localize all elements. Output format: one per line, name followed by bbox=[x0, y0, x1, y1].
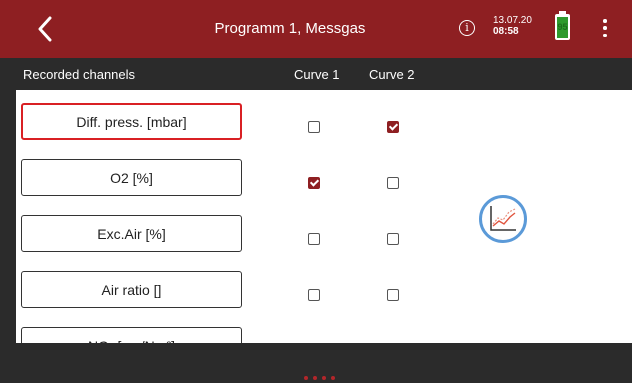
curve1-checkbox[interactable] bbox=[308, 177, 320, 189]
channel-row: Diff. press. [mbar] bbox=[16, 90, 632, 146]
page-dot bbox=[304, 376, 308, 380]
date-text: 13.07.20 bbox=[493, 15, 532, 26]
channel-row: Air ratio [] bbox=[16, 258, 632, 314]
channel-button[interactable]: Diff. press. [mbar] bbox=[21, 103, 242, 140]
line-chart-icon bbox=[490, 206, 516, 231]
date-time: 13.07.20 08:58 bbox=[493, 15, 532, 38]
page-title: Programm 1, Messgas bbox=[214, 20, 366, 37]
curve1-checkbox[interactable] bbox=[308, 233, 320, 245]
battery-icon: 95 bbox=[555, 11, 570, 40]
page-dot bbox=[313, 376, 317, 380]
page-dot bbox=[331, 376, 335, 380]
curve2-checkbox[interactable] bbox=[387, 289, 399, 301]
header-recorded-channels: Recorded channels bbox=[23, 67, 136, 82]
kebab-menu-icon[interactable] bbox=[598, 14, 612, 42]
channel-button[interactable]: O2 [%] bbox=[21, 159, 242, 196]
battery-percent: 95 bbox=[557, 22, 568, 32]
back-button[interactable] bbox=[30, 9, 60, 49]
channel-row: O2 [%] bbox=[16, 146, 632, 202]
chevron-left-icon bbox=[38, 16, 52, 42]
channel-button[interactable]: Air ratio [] bbox=[21, 271, 242, 308]
header-curve-1: Curve 1 bbox=[294, 67, 340, 82]
channel-list-panel[interactable]: Diff. press. [mbar] O2 [%] Exc.Air [%] A… bbox=[16, 90, 632, 343]
curve1-checkbox[interactable] bbox=[308, 289, 320, 301]
info-icon[interactable]: i bbox=[459, 20, 475, 36]
top-bar: Programm 1, Messgas i 13.07.20 08:58 95 bbox=[0, 0, 632, 58]
header-curve-2: Curve 2 bbox=[369, 67, 415, 82]
curve2-checkbox[interactable] bbox=[387, 177, 399, 189]
page-indicator bbox=[304, 376, 344, 382]
channel-row: Exc.Air [%] bbox=[16, 202, 632, 258]
channel-button[interactable]: Exc.Air [%] bbox=[21, 215, 242, 252]
curve2-checkbox[interactable] bbox=[387, 233, 399, 245]
curve2-checkbox[interactable] bbox=[387, 121, 399, 133]
page-dot bbox=[322, 376, 326, 380]
time-text: 08:58 bbox=[493, 26, 519, 37]
channel-row: NOₓ [mg/Nm³] bbox=[16, 314, 632, 343]
column-headers: Recorded channels Curve 1 Curve 2 bbox=[0, 58, 632, 90]
curve1-checkbox[interactable] bbox=[308, 121, 320, 133]
show-graph-button[interactable] bbox=[479, 195, 527, 243]
channel-button[interactable]: NOₓ [mg/Nm³] bbox=[21, 327, 242, 343]
